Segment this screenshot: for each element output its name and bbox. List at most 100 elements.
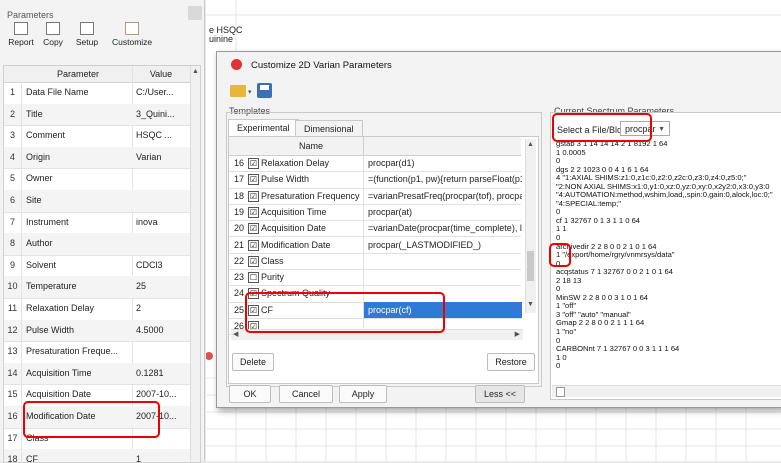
table-row[interactable]: 4 Origin Varian xyxy=(4,146,200,170)
column-header-name[interactable]: Name xyxy=(261,141,361,151)
template-definition[interactable] xyxy=(363,252,522,270)
scroll-down-icon[interactable]: ▼ xyxy=(527,301,534,308)
table-row[interactable]: 9 Solvent CDCl3 xyxy=(4,254,200,278)
row-checkbox[interactable]: ☑ xyxy=(248,206,259,218)
template-definition[interactable]: =(function(p1, pw){return parseFloat(p1)… xyxy=(363,171,522,188)
row-number: 1 xyxy=(4,82,22,104)
highlight-file-select xyxy=(552,113,652,142)
table-row[interactable]: 3 Comment HSQC ... xyxy=(4,125,200,148)
row-checkbox[interactable]: ☑ xyxy=(248,190,259,202)
cancel-button[interactable]: Cancel xyxy=(279,385,333,403)
table-row[interactable]: 13 Presaturation Freque... xyxy=(4,341,200,364)
template-name[interactable]: Acquisition Time xyxy=(261,207,327,217)
parameter-value: 3_Quini... xyxy=(136,108,175,119)
scroll-up-icon[interactable]: ▲ xyxy=(527,141,534,148)
setup-button[interactable]: Setup xyxy=(70,22,104,47)
table-row[interactable]: 1 Data File Name C:/User... xyxy=(4,82,200,105)
apply-button[interactable]: Apply xyxy=(339,385,387,403)
table-row[interactable]: 19 ☑ Acquisition Time procpar(at) xyxy=(229,203,522,222)
table-row[interactable]: 20 ☑ Acquisition Date =varianDate(procpar(t… xyxy=(229,220,522,238)
row-checkbox[interactable]: ☑ xyxy=(248,158,259,169)
table-row[interactable]: 16 ☑ Relaxation Delay procpar(d1) xyxy=(229,155,522,173)
table-header: Parameter Value xyxy=(4,66,200,83)
app-icon xyxy=(231,59,242,70)
folder-icon[interactable] xyxy=(230,85,246,97)
template-name[interactable]: Modification Date xyxy=(261,240,331,250)
row-checkbox[interactable]: ☑ xyxy=(248,174,259,186)
template-definition[interactable]: procpar(at) xyxy=(363,203,522,221)
table-row[interactable]: 10 Temperature 25 xyxy=(4,276,200,299)
scroll-thumb[interactable] xyxy=(527,251,534,281)
row-checkbox[interactable]: ☐ xyxy=(248,272,259,284)
table-row[interactable]: 23 ☐ Purity xyxy=(229,269,522,287)
row-checkbox[interactable]: ☑ xyxy=(248,255,259,267)
table-row[interactable]: 14 Acquisition Time 0.1281 xyxy=(4,362,200,386)
tab-dimensional[interactable]: Dimensional xyxy=(295,120,363,137)
template-definition[interactable]: =varianPresatFreq(procpar(tof), procpar(… xyxy=(363,187,522,204)
parameter-name: Comment xyxy=(26,130,66,141)
table-row[interactable]: 8 Author xyxy=(4,233,200,256)
table-row[interactable]: 11 Relaxation Delay 2 xyxy=(4,298,200,321)
row-number: 6 xyxy=(4,190,22,212)
parameter-name: Solvent xyxy=(26,259,57,270)
row-number: 14 xyxy=(4,362,22,385)
ok-button[interactable]: OK xyxy=(229,385,271,403)
less-button[interactable]: Less << xyxy=(475,385,525,403)
template-definition[interactable] xyxy=(363,269,522,286)
table-row[interactable]: 7 Instrument inova xyxy=(4,211,200,235)
setup-icon xyxy=(80,22,94,35)
table-row[interactable]: 2 Title 3_Quini... xyxy=(4,103,200,127)
table-row[interactable]: 21 ☑ Modification Date procpar(_LASTMODIFIE… xyxy=(229,236,522,254)
row-number: 12 xyxy=(4,319,22,342)
procpar-horizontal-scrollbar[interactable] xyxy=(552,385,781,397)
template-name[interactable]: Relaxation Delay xyxy=(261,158,329,168)
chevron-down-icon[interactable]: ▾ xyxy=(248,88,252,96)
table-row[interactable]: 5 Owner xyxy=(4,168,200,191)
column-header-parameter[interactable]: Parameter xyxy=(24,69,132,79)
template-definition[interactable]: procpar(d1) xyxy=(363,155,522,172)
template-name[interactable]: Pulse Width xyxy=(261,174,309,184)
table-row[interactable]: 22 ☑ Class xyxy=(229,252,522,271)
save-icon[interactable] xyxy=(257,83,272,98)
parameters-panel: Parameters Report Copy Setup Customize P… xyxy=(0,0,205,463)
highlight-cf-text xyxy=(549,243,571,267)
scroll-right-icon[interactable]: ▶ xyxy=(515,330,520,338)
template-name[interactable]: Class xyxy=(261,256,284,266)
parameter-value: inova xyxy=(136,216,158,227)
customize-dialog: Customize 2D Varian Parameters ▾ Templat… xyxy=(216,51,781,408)
row-number: 23 xyxy=(233,272,244,283)
template-name[interactable]: Acquisition Date xyxy=(261,223,326,233)
row-number: 15 xyxy=(4,384,22,406)
row-number: 10 xyxy=(4,276,22,298)
parameter-name: Instrument xyxy=(26,216,69,227)
parameter-name: Temperature xyxy=(26,281,77,292)
delete-button[interactable]: Delete xyxy=(232,353,274,371)
scroll-left-icon[interactable]: ◀ xyxy=(233,330,238,338)
row-number: 19 xyxy=(233,206,244,217)
scroll-thumb[interactable] xyxy=(556,387,565,397)
scroll-up-icon[interactable]: ▲ xyxy=(192,68,199,75)
table-vertical-scrollbar[interactable]: ▲ ▼ xyxy=(525,139,536,313)
template-name[interactable]: Purity xyxy=(261,272,284,282)
table-row[interactable]: 12 Pulse Width 4.5000 xyxy=(4,319,200,343)
customize-button[interactable]: Customize xyxy=(112,22,152,47)
column-header-value[interactable]: Value xyxy=(134,69,188,79)
template-definition[interactable]: =varianDate(procpar(time_complete), log(… xyxy=(363,220,522,237)
parameter-name: Data File Name xyxy=(26,87,89,97)
row-checkbox[interactable]: ☑ xyxy=(248,223,259,235)
row-checkbox[interactable]: ☑ xyxy=(248,239,259,251)
table-row[interactable]: 18 ☑ Presaturation Frequency =varianPresatF… xyxy=(229,187,522,205)
report-button[interactable]: Report xyxy=(4,22,38,47)
parameter-name: Relaxation Delay xyxy=(26,303,95,313)
table-row[interactable]: 6 Site xyxy=(4,190,200,213)
copy-button[interactable]: Copy xyxy=(36,22,70,47)
tab-experimental[interactable]: Experimental xyxy=(228,119,299,137)
table-scrollbar[interactable]: ▲ xyxy=(190,66,200,462)
table-row[interactable]: 17 ☑ Pulse Width =(function(p1, pw){return … xyxy=(229,171,522,189)
procpar-text-view[interactable]: gstab 3 1 14 14 14 2 1 8192 1 64 1 0.000… xyxy=(556,140,781,386)
restore-button[interactable]: Restore xyxy=(487,353,535,371)
panel-close-button[interactable] xyxy=(188,6,202,20)
row-number: 16 xyxy=(233,158,244,168)
template-definition[interactable]: procpar(_LASTMODIFIED_) xyxy=(363,236,522,253)
template-name[interactable]: Presaturation Frequency xyxy=(261,191,360,201)
